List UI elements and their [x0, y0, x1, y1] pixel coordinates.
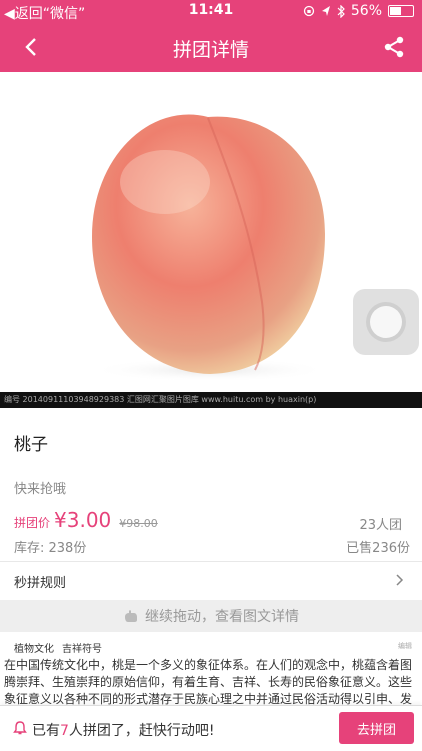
joined-count: 7 [60, 723, 69, 739]
msg-suffix: 人拼团了，赶快行动吧! [68, 723, 215, 739]
location-icon [321, 6, 330, 16]
product-image: 编号 20140911103948929383 汇图网汇聚图片图库 www.hu… [0, 72, 422, 408]
status-bar: ◀返回“微信” 11:41 56% [0, 0, 422, 22]
drag-hint-bar[interactable]: 继续拖动，查看图文详情 [0, 600, 422, 632]
battery-percent: 56% [350, 3, 382, 19]
detail-tag: 吉祥符号 [62, 644, 102, 655]
sold-count: 已售236份 [346, 541, 410, 556]
product-name: 桃子 [14, 435, 48, 455]
msg-prefix: 已有 [32, 723, 60, 739]
join-message: 已有7人拼团了，赶快行动吧! [32, 720, 215, 740]
bottom-bar: 已有7人拼团了，赶快行动吧! 去拼团 [0, 705, 422, 751]
page-title: 拼团详情 [172, 39, 249, 61]
stock-count: 库存: 238份 [14, 541, 87, 556]
bluetooth-icon [337, 4, 345, 18]
rules-row[interactable]: 秒拼规则 [0, 562, 422, 598]
group-size: 23人团 [359, 518, 402, 533]
join-group-button[interactable]: 去拼团 [339, 712, 414, 744]
rules-label: 秒拼规则 [14, 576, 67, 591]
chevron-right-icon [396, 574, 404, 586]
detail-tag: 植物文化 [14, 644, 54, 655]
price-label: 拼团价 [14, 516, 51, 530]
hand-icon [125, 610, 137, 622]
assistive-touch-button[interactable] [353, 289, 419, 355]
price-row: 拼团价 ¥3.00 ¥98.00 [14, 508, 158, 532]
status-right: 56% [303, 3, 414, 19]
share-icon[interactable] [382, 35, 406, 59]
image-caption: 编号 20140911103948929383 汇图网汇聚图片图库 www.hu… [0, 392, 422, 408]
header-bar: 拼团详情 [0, 22, 422, 72]
bell-icon [13, 721, 27, 735]
detail-tags: 植物文化 吉祥符号 [14, 640, 102, 655]
product-slogan: 快来抢哦 [14, 482, 67, 497]
orientation-lock-icon [303, 5, 315, 17]
battery-icon [388, 5, 414, 17]
original-price: ¥98.00 [119, 517, 158, 530]
group-price: ¥3.00 [54, 508, 112, 532]
detail-edit-label: 编辑 [398, 642, 412, 650]
drag-hint-text: 继续拖动，查看图文详情 [145, 609, 299, 625]
